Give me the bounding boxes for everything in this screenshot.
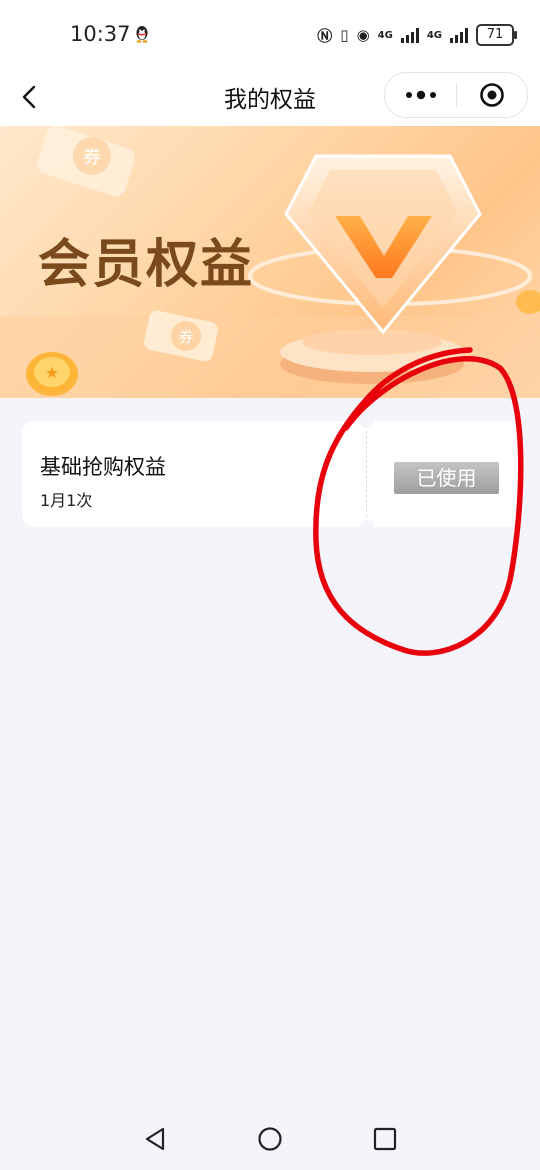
mini-program-capsule: [384, 72, 528, 118]
network-type-b: 4G: [426, 29, 442, 41]
banner-title: 会员权益: [38, 235, 255, 295]
capsule-divider: [456, 83, 457, 107]
more-dots-icon[interactable]: [403, 85, 439, 105]
system-nav-bar: [0, 1100, 540, 1170]
system-recents-icon[interactable]: [371, 1125, 399, 1153]
rights-card[interactable]: 基础抢购权益 1月1次 已使用: [22, 414, 518, 534]
gold-coin-decor: ★: [26, 352, 78, 396]
battery-icon: 71: [476, 24, 517, 46]
hotspot-icon: ◉: [356, 26, 370, 44]
member-rights-banner: 券 券 ★ 会员权益: [0, 126, 540, 398]
nav-bar: 我的权益: [0, 70, 540, 126]
card-divider: [366, 431, 367, 517]
signal-icon-a: [400, 27, 419, 43]
used-status-badge[interactable]: 已使用: [394, 462, 499, 494]
gold-coin-small: [516, 290, 540, 314]
close-target-icon[interactable]: [479, 82, 505, 108]
svg-text:券: 券: [83, 147, 101, 168]
card-notch-bottom: [360, 520, 374, 534]
signal-icon-b: [450, 27, 468, 43]
rights-name: 基础抢购权益: [40, 455, 166, 479]
vibrate-icon: ▯: [340, 26, 349, 44]
network-type-a: 4G: [377, 29, 393, 41]
svg-text:券: 券: [178, 328, 193, 346]
status-bar: 10:37 Ⓝ ▯ ◉ 4G 4G 71: [0, 0, 540, 70]
coupon-decor-top: 券: [37, 126, 135, 197]
qq-penguin-icon: [136, 26, 148, 43]
nfc-icon: Ⓝ: [317, 26, 333, 45]
svg-text:★: ★: [45, 363, 59, 382]
status-time: 10:37: [70, 22, 131, 46]
card-notch-top: [360, 414, 374, 428]
system-home-icon[interactable]: [256, 1125, 284, 1153]
rights-limit: 1月1次: [40, 491, 93, 510]
system-back-icon[interactable]: [141, 1125, 169, 1153]
status-icons: Ⓝ ▯ ◉ 4G 4G 71: [317, 22, 517, 48]
